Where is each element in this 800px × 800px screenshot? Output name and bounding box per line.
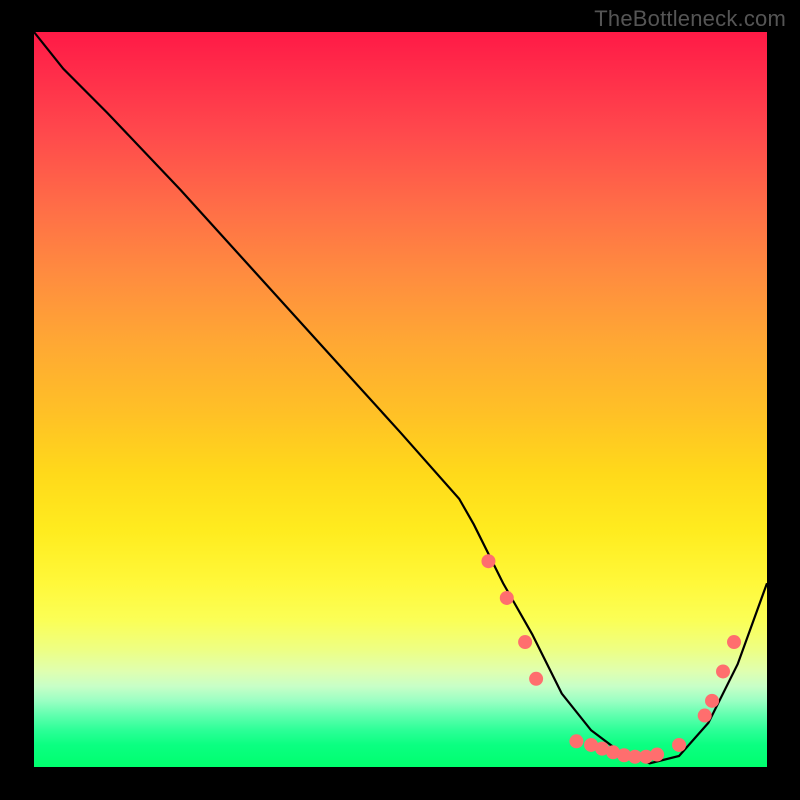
watermark-text: TheBottleneck.com — [594, 6, 786, 32]
highlight-dot — [716, 664, 730, 678]
highlight-dot — [650, 748, 664, 762]
highlight-dot — [481, 554, 495, 568]
highlight-dot — [518, 635, 532, 649]
highlight-dot — [529, 672, 543, 686]
chart-stage: TheBottleneck.com — [0, 0, 800, 800]
bottleneck-curve — [34, 32, 767, 763]
highlight-dot — [698, 709, 712, 723]
highlight-dot — [569, 734, 583, 748]
highlight-dot — [727, 635, 741, 649]
highlight-dot — [500, 591, 514, 605]
chart-svg — [34, 32, 767, 767]
highlight-dot — [672, 738, 686, 752]
plot-area — [34, 32, 767, 767]
highlight-dot — [705, 694, 719, 708]
highlight-dots — [481, 554, 741, 764]
